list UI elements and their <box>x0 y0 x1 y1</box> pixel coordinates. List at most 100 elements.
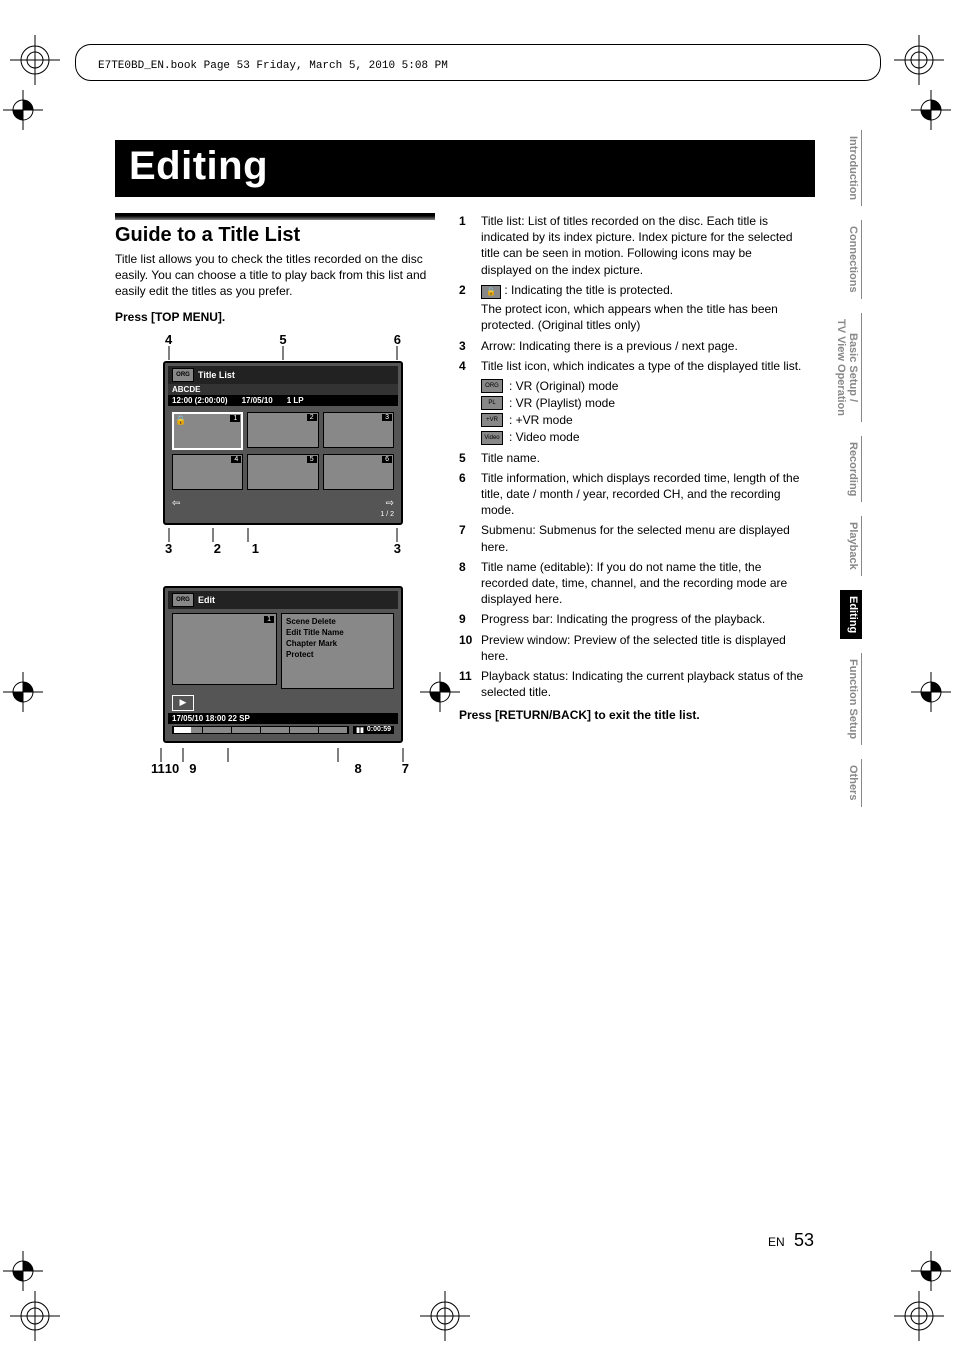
thumb-5: 5 <box>247 454 318 490</box>
crop-mark-icon <box>10 1291 60 1341</box>
press-top-menu: Press [TOP MENU]. <box>115 310 435 324</box>
crop-target-icon <box>911 672 951 712</box>
lock-icon: 🔒 <box>481 285 501 299</box>
callout-10: 10 <box>165 761 179 776</box>
tab-recording: Recording <box>840 436 862 502</box>
chapter-heading-box: Editing <box>115 140 815 197</box>
submenu-edit-title-name: Edit Title Name <box>286 627 389 638</box>
play-icon: ▶ <box>172 695 194 711</box>
crop-target-icon <box>3 1251 43 1291</box>
tab-others: Others <box>840 759 862 806</box>
mode-label: : Video mode <box>509 429 580 445</box>
title-list-diagram: 4 5 6 ORG Title List ABCDE 12:00 (2:00: <box>163 332 403 556</box>
crop-mark-icon <box>894 1291 944 1341</box>
list-text: Title list: List of titles recorded on t… <box>481 213 805 278</box>
section-heading: Guide to a Title List <box>115 224 435 247</box>
submenu: Scene Delete Edit Title Name Chapter Mar… <box>281 613 394 689</box>
list-number: 8 <box>459 559 481 608</box>
list-number: 1 <box>459 213 481 278</box>
mode-icon: PL <box>481 396 503 410</box>
submenu-scene-delete: Scene Delete <box>286 616 389 627</box>
mode-label: : +VR mode <box>509 412 573 428</box>
crop-target-icon <box>3 90 43 130</box>
thumb-6: 6 <box>323 454 394 490</box>
callout-4: 4 <box>165 332 172 347</box>
footer-page: 53 <box>794 1230 814 1250</box>
press-return: Press [RETURN/BACK] to exit the title li… <box>459 708 805 722</box>
callout-list: 1Title list: List of titles recorded on … <box>459 213 805 700</box>
list-text: Playback status: Indicating the current … <box>481 668 805 700</box>
crop-mark-icon <box>420 1291 470 1341</box>
section-tabs: Introduction Connections Basic Setup / T… <box>840 130 862 807</box>
callout-9: 9 <box>189 761 196 776</box>
callout-5: 5 <box>279 332 286 347</box>
list-number: 9 <box>459 611 481 627</box>
list-text: Title list icon, which indicates a type … <box>481 358 805 374</box>
thumb-2: 2 <box>247 412 318 448</box>
chapter-heading: Editing <box>129 144 268 188</box>
list-number: 3 <box>459 338 481 354</box>
page-footer: EN 53 <box>768 1230 814 1251</box>
tab-basic-setup: Basic Setup / TV View Operation <box>840 313 862 422</box>
list-text: 🔒 : Indicating the title is protected.Th… <box>481 282 805 334</box>
submenu-chapter-mark: Chapter Mark <box>286 638 389 649</box>
crop-mark-icon <box>894 35 944 85</box>
list-number: 5 <box>459 450 481 466</box>
info-mode: 1 LP <box>287 396 304 405</box>
tab-function-setup: Function Setup <box>840 653 862 745</box>
page-indicator: 1 / 2 <box>168 511 398 520</box>
mode-label: : VR (Playlist) mode <box>509 395 615 411</box>
tab-connections: Connections <box>840 220 862 299</box>
mode-icon: Video <box>481 431 503 445</box>
list-text: Submenu: Submenus for the selected menu … <box>481 522 805 554</box>
footer-lang: EN <box>768 1235 785 1249</box>
time-counter: ▮▮0:00:59 <box>353 726 394 734</box>
pause-icon: ▮▮ <box>356 726 364 734</box>
crop-target-icon <box>911 90 951 130</box>
list-number: 10 <box>459 632 481 664</box>
list-text: Title name. <box>481 450 805 466</box>
mode-icon: ORG <box>172 368 194 382</box>
callout-3b: 3 <box>259 541 401 556</box>
preview-num: 1 <box>264 616 274 623</box>
tab-introduction: Introduction <box>840 130 862 206</box>
thumb-4: 4 <box>172 454 243 490</box>
crop-target-icon <box>911 1251 951 1291</box>
crop-mark-icon <box>10 35 60 85</box>
title-info-row: 12:00 (2:00:00) 17/05/10 1 LP <box>168 395 398 406</box>
title-list-header: Title List <box>198 370 235 380</box>
mode-label: : VR (Original) mode <box>509 378 618 394</box>
mode-icon: ORG <box>481 379 503 393</box>
callout-6: 6 <box>394 332 401 347</box>
lock-icon: 🔒 <box>175 415 186 426</box>
thumb-3: 3 <box>323 412 394 448</box>
callout-3a: 3 <box>165 541 177 556</box>
list-text: Progress bar: Indicating the progress of… <box>481 611 805 627</box>
list-number: 7 <box>459 522 481 554</box>
list-number: 4 <box>459 358 481 374</box>
info-time: 12:00 (2:00:00) <box>172 396 228 405</box>
callout-1: 1 <box>221 541 259 556</box>
list-number: 2 <box>459 282 481 334</box>
arrow-right-icon: ⇨ <box>386 498 394 509</box>
submenu-protect: Protect <box>286 649 389 660</box>
thumb-1: 🔒1 <box>172 412 243 450</box>
callout-11: 11 <box>151 761 165 776</box>
crop-target-icon <box>3 672 43 712</box>
progress-bar <box>172 726 349 734</box>
tab-playback: Playback <box>840 516 862 576</box>
list-number: 11 <box>459 668 481 700</box>
tab-editing: Editing <box>840 590 862 639</box>
arrow-left-icon: ⇦ <box>172 498 180 509</box>
list-text: Preview window: Preview of the selected … <box>481 632 805 664</box>
list-number: 6 <box>459 470 481 519</box>
callout-7: 7 <box>402 761 409 776</box>
play-status-row: ▶ <box>168 693 398 713</box>
thumbnail-grid: 🔒1 2 3 4 5 6 <box>168 406 398 496</box>
title-name-row: ABCDE <box>168 384 398 395</box>
list-text: Title information, which displays record… <box>481 470 805 519</box>
title-line: 17/05/10 18:00 22 SP <box>168 713 398 724</box>
intro-text: Title list allows you to check the title… <box>115 251 435 300</box>
framemaker-header: E7TE0BD_EN.book Page 53 Friday, March 5,… <box>98 60 448 72</box>
gradient-rule <box>115 213 435 220</box>
